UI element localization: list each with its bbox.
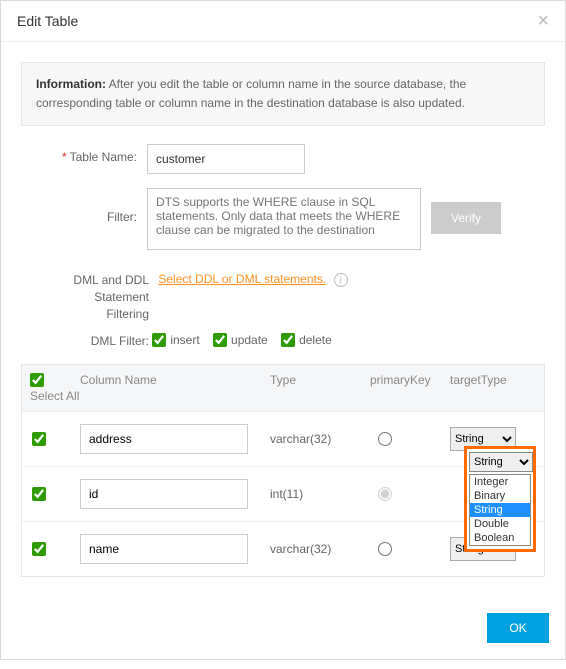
table-name-row: *Table Name: <box>29 144 537 174</box>
th-primary-key: primaryKey <box>370 373 450 387</box>
checkbox-icon[interactable] <box>152 333 166 347</box>
dml-update-checkbox[interactable]: update <box>213 333 268 347</box>
select-all-checkbox[interactable] <box>30 373 44 387</box>
dialog-title: Edit Table <box>17 13 78 29</box>
option-integer[interactable]: Integer <box>470 475 530 489</box>
table-header: Select All Column Name Type primaryKey t… <box>22 365 544 411</box>
column-type: int(11) <box>270 487 370 501</box>
close-icon[interactable]: × <box>537 11 549 31</box>
verify-button[interactable]: Verify <box>431 202 501 234</box>
option-double[interactable]: Double <box>470 517 530 531</box>
filter-textarea[interactable] <box>147 188 421 250</box>
dml-insert-checkbox[interactable]: insert <box>152 333 199 347</box>
table-name-input[interactable] <box>147 144 305 174</box>
dialog-header: Edit Table × <box>1 1 565 42</box>
column-name-input[interactable] <box>80 424 248 454</box>
option-boolean[interactable]: Boolean <box>470 531 530 545</box>
dialog-footer: OK <box>1 597 565 659</box>
ok-button[interactable]: OK <box>487 613 549 643</box>
column-name-input[interactable] <box>80 479 248 509</box>
ddl-link[interactable]: Select DDL or DML statements. <box>158 272 326 286</box>
row-checkbox[interactable] <box>32 432 46 446</box>
th-target-type: targetType <box>450 373 528 387</box>
column-name-input[interactable] <box>80 534 248 564</box>
table-name-label: *Table Name: <box>29 144 147 164</box>
primary-key-radio[interactable] <box>378 432 392 446</box>
primary-key-radio[interactable] <box>378 487 392 501</box>
filter-label: Filter: <box>29 188 147 224</box>
edit-table-dialog: Edit Table × Information: After you edit… <box>0 0 566 660</box>
filter-row: Filter: Verify <box>29 188 537 250</box>
column-type: varchar(32) <box>270 542 370 556</box>
filter-wrap: Verify <box>147 188 501 250</box>
dml-delete-checkbox[interactable]: delete <box>281 333 332 347</box>
column-type: varchar(32) <box>270 432 370 446</box>
primary-key-radio[interactable] <box>378 542 392 556</box>
th-column-name: Column Name <box>80 373 270 387</box>
info-box: Information: After you edit the table or… <box>21 62 545 126</box>
th-type: Type <box>270 373 370 387</box>
th-select-all[interactable]: Select All <box>30 373 80 403</box>
info-icon[interactable]: i <box>334 273 348 287</box>
row-checkbox[interactable] <box>32 542 46 556</box>
row-checkbox[interactable] <box>32 487 46 501</box>
option-binary[interactable]: Binary <box>470 489 530 503</box>
form-area: *Table Name: Filter: Verify DML and DDL … <box>21 126 545 349</box>
checkbox-icon[interactable] <box>281 333 295 347</box>
info-label: Information: <box>36 77 106 91</box>
ddl-label: DML and DDL Statement Filtering <box>73 272 149 322</box>
ddl-block: DML and DDL Statement Filtering Select D… <box>29 264 537 322</box>
table-row: varchar(32) String String Integer Binary… <box>22 411 544 466</box>
target-type-selected[interactable]: String <box>469 452 533 472</box>
target-type-dropdown-open: String Integer Binary String Double Bool… <box>464 446 536 552</box>
dialog-body: Information: After you edit the table or… <box>1 42 565 597</box>
target-type-options: Integer Binary String Double Boolean <box>469 474 531 546</box>
columns-table: Select All Column Name Type primaryKey t… <box>21 364 545 577</box>
dml-filter-label: DML Filter: <box>73 333 149 350</box>
dml-filter-row: DML Filter: insert update delete <box>29 333 537 350</box>
checkbox-icon[interactable] <box>213 333 227 347</box>
option-string[interactable]: String <box>470 503 530 517</box>
